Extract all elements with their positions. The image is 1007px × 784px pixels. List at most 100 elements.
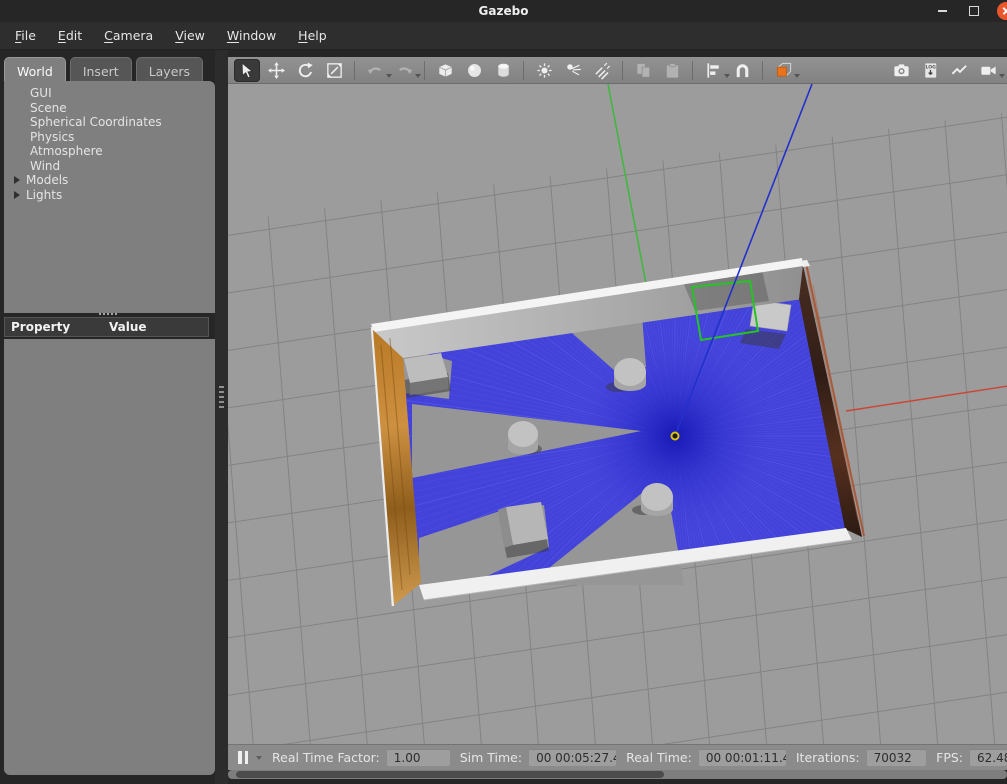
paste-icon <box>666 62 678 78</box>
translate-tool-button[interactable] <box>263 59 289 82</box>
sidebar-item-models[interactable]: Models <box>4 173 215 188</box>
paste-tool-button[interactable] <box>659 59 685 82</box>
spot-light-tool-button[interactable] <box>560 59 586 82</box>
tab-layers[interactable]: Layers <box>135 57 204 81</box>
undo-tool-button[interactable] <box>362 59 392 82</box>
dropdown-caret-icon <box>999 73 1005 78</box>
iterations-label: Iterations: <box>795 750 860 765</box>
toolbar-separator <box>692 60 693 80</box>
menubar: File Edit Camera View Window Help <box>0 22 1007 50</box>
real-time-label: Real Time: <box>626 750 692 765</box>
scale-tool-button[interactable] <box>321 59 347 82</box>
toolbar-separator <box>523 60 524 80</box>
property-table-header: Property Value <box>4 317 209 337</box>
sidebar-item-label: Scene <box>30 100 67 115</box>
box-icon <box>438 63 452 77</box>
align-tool-button[interactable] <box>700 59 730 82</box>
panel-splitter[interactable] <box>215 50 228 784</box>
obstacle-cylinder[interactable] <box>508 421 538 447</box>
select-icon <box>241 62 252 78</box>
plot-icon <box>951 64 967 74</box>
sim-time-value: 00 00:05:27.491 <box>528 749 617 766</box>
value-column-header[interactable]: Value <box>109 320 208 334</box>
main-area: LOG Real Time Factor: 1.00 Sim Time: 00 … <box>228 50 1007 784</box>
gazebo-window: Gazebo File Edit Camera View Window Help Worl… <box>0 0 1007 784</box>
snap-tool-button[interactable] <box>729 59 755 82</box>
directional-light-tool-button[interactable] <box>589 59 615 82</box>
rotate-tool-button[interactable] <box>292 59 318 82</box>
select-tool-button[interactable] <box>234 58 260 82</box>
sidebar-item-wind[interactable]: Wind <box>4 159 215 174</box>
copy-tool-button[interactable] <box>630 59 656 82</box>
property-column-header[interactable]: Property <box>5 320 109 334</box>
toolbar-separator <box>424 60 425 80</box>
titlebar[interactable]: Gazebo <box>0 0 1007 22</box>
redo-tool-button[interactable] <box>391 59 421 82</box>
sim-time-label: Sim Time: <box>459 750 523 765</box>
redo-icon <box>398 66 412 74</box>
obstacle-cylinder[interactable] <box>641 483 673 511</box>
sphere-tool-button[interactable] <box>461 59 487 82</box>
sidebar-item-label: GUI <box>30 86 52 101</box>
sidebar-item-label: Spherical Coordinates <box>30 115 162 130</box>
tab-world[interactable]: World <box>4 57 66 81</box>
fps-label: FPS: <box>936 750 964 765</box>
point-light-tool-button[interactable] <box>531 59 557 82</box>
translate-icon <box>267 61 285 79</box>
video-record-tool-button[interactable] <box>975 59 1005 82</box>
viewport-3d[interactable] <box>228 84 1007 744</box>
close-button[interactable] <box>997 2 1007 20</box>
real-time-factor-label: Real Time Factor: <box>272 750 380 765</box>
property-table-body <box>4 339 215 775</box>
sidebar-item-label: Models <box>26 173 69 188</box>
real-time-value: 00 00:01:11.432 <box>697 749 786 766</box>
expand-arrow-icon[interactable] <box>14 190 20 199</box>
snap-icon <box>736 63 748 77</box>
plot-tool-button[interactable] <box>946 59 972 82</box>
menu-window[interactable]: Window <box>216 24 287 47</box>
point-light-icon <box>536 62 552 78</box>
window-title: Gazebo <box>478 4 529 18</box>
obstacle-box[interactable] <box>506 502 548 545</box>
view-angle-tool-button[interactable] <box>770 59 800 82</box>
sidebar-item-physics[interactable]: Physics <box>4 130 215 145</box>
rotate-icon <box>298 62 313 77</box>
restore-button[interactable] <box>965 2 983 20</box>
pause-button[interactable] <box>236 749 250 766</box>
step-dropdown-caret-icon[interactable] <box>256 755 262 760</box>
log-record-tool-button[interactable]: LOG <box>917 59 943 82</box>
screenshot-tool-button[interactable] <box>888 59 914 82</box>
view-angle-icon <box>776 62 791 77</box>
menu-help[interactable]: Help <box>287 24 338 47</box>
sidebar-item-label: Wind <box>30 158 61 173</box>
menu-camera[interactable]: Camera <box>93 24 164 47</box>
toolbar-separator <box>354 60 355 80</box>
expand-arrow-icon[interactable] <box>14 176 20 185</box>
fps-value: 62.48 <box>969 749 1007 766</box>
pause-icon <box>238 751 242 764</box>
panel-tabbar: World Insert Layers <box>4 57 204 81</box>
screenshot-icon <box>893 63 909 76</box>
sidebar-item-scene[interactable]: Scene <box>4 101 215 116</box>
sidebar-item-label: Lights <box>26 187 63 202</box>
sidebar-item-lights[interactable]: Lights <box>4 188 215 203</box>
menu-file[interactable]: File <box>4 24 47 47</box>
box-tool-button[interactable] <box>432 59 458 82</box>
minimize-button[interactable] <box>933 2 951 20</box>
directional-light-icon <box>594 62 610 80</box>
scrollbar-thumb[interactable] <box>236 771 664 778</box>
sidebar-item-label: Atmosphere <box>30 144 103 159</box>
sphere-icon <box>467 63 481 77</box>
robot-lidar-origin[interactable] <box>670 431 680 441</box>
menu-edit[interactable]: Edit <box>47 24 93 47</box>
horizontal-scrollbar[interactable] <box>228 770 1007 779</box>
toolbar: LOG <box>228 57 1007 84</box>
menu-view[interactable]: View <box>164 24 216 47</box>
sidebar-item-spherical-coordinates[interactable]: Spherical Coordinates <box>4 115 215 130</box>
cylinder-tool-button[interactable] <box>490 59 516 82</box>
sidebar-item-atmosphere[interactable]: Atmosphere <box>4 144 215 159</box>
obstacle-cylinder[interactable] <box>614 358 646 386</box>
align-icon <box>706 62 719 78</box>
tab-insert[interactable]: Insert <box>69 57 132 81</box>
sidebar-item-gui[interactable]: GUI <box>4 86 215 101</box>
